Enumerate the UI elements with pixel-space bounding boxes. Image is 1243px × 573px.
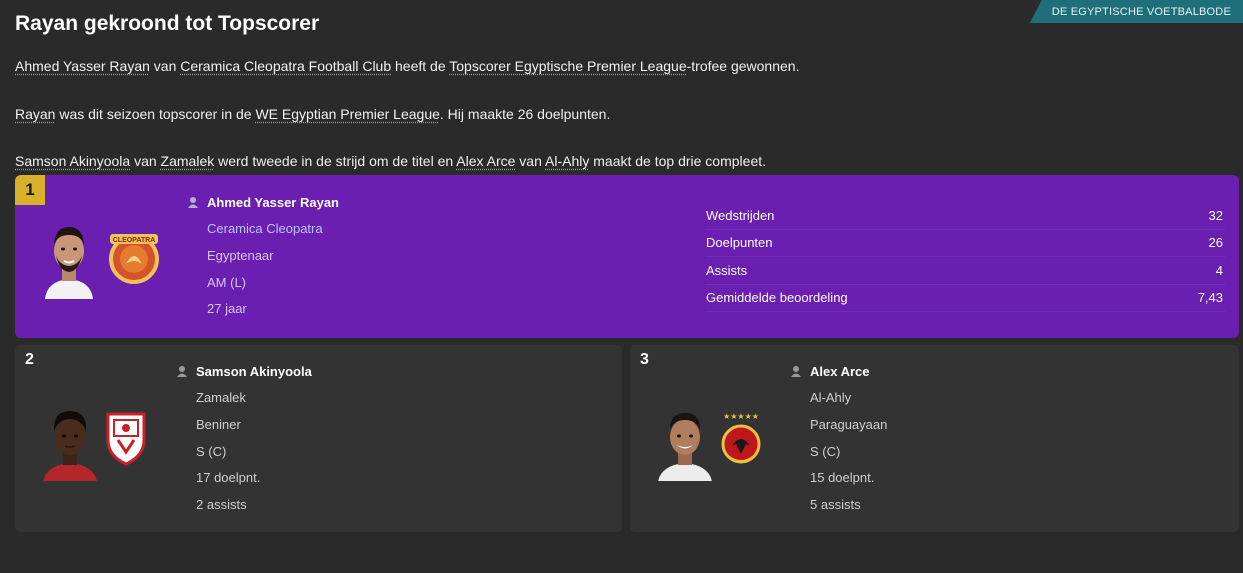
stat-row-goals: Doelpunten 26 — [705, 230, 1225, 257]
season-paragraph: Rayan was dit seizoen topscorer in de WE… — [15, 106, 611, 122]
stat-value: 26 — [1208, 235, 1223, 251]
club-link-ceramica[interactable]: Ceramica Cleopatra Football Club — [180, 58, 391, 74]
svg-text:CLEOPATRA: CLEOPATRA — [113, 237, 156, 244]
rank-number: 2 — [25, 351, 34, 368]
player-nationality: Egyptenaar — [207, 247, 274, 263]
al-ahly-crest-icon[interactable]: ★★★★★ — [720, 410, 762, 473]
person-icon — [188, 197, 198, 209]
player-position: S (C) — [196, 443, 227, 459]
player-portrait-arce[interactable] — [656, 405, 714, 481]
player-assists: 2 assists — [196, 496, 247, 512]
stat-row-rating: Gemiddelde beoordeling 7,43 — [705, 285, 1225, 312]
player-name[interactable]: Alex Arce — [810, 364, 870, 379]
stat-value: 32 — [1208, 207, 1223, 223]
person-icon — [791, 366, 801, 378]
svg-text:★★★★★: ★★★★★ — [723, 412, 759, 421]
player-club[interactable]: Zamalek — [196, 390, 246, 405]
stat-value: 4 — [1215, 262, 1223, 278]
player-name[interactable]: Ahmed Yasser Rayan — [207, 195, 339, 210]
player-nationality: Paraguayaan — [810, 416, 888, 432]
rank-number: 3 — [640, 351, 649, 368]
player-position: AM (L) — [207, 274, 246, 290]
player-goals: 17 doelpnt. — [196, 470, 261, 486]
stat-label: Doelpunten — [706, 235, 773, 251]
player-link-arce[interactable]: Alex Arce — [456, 153, 515, 169]
stat-row-assists: Assists 4 — [705, 257, 1225, 285]
zamalek-crest-icon[interactable] — [104, 410, 148, 471]
player-goals: 15 doelpnt. — [810, 470, 875, 486]
player-nationality: Beniner — [196, 416, 241, 432]
newspaper-source-tab[interactable]: DE EGYPTISCHE VOETBALBODE — [1029, 0, 1243, 23]
player-portrait-akinyoola[interactable] — [41, 405, 99, 481]
rank-badge: 1 — [15, 175, 45, 205]
player-portrait-rayan[interactable] — [41, 215, 97, 299]
person-icon — [177, 366, 187, 378]
stat-label: Gemiddelde beoordeling — [706, 290, 848, 306]
player-link-rayan[interactable]: Ahmed Yasser Rayan — [15, 58, 150, 74]
first-player-stats: Wedstrijden 32 Doelpunten 26 Assists 4 G… — [705, 202, 1225, 312]
stat-row-matches: Wedstrijden 32 — [705, 202, 1225, 230]
top-three-paragraph: Samson Akinyoola van Zamalek werd tweede… — [15, 153, 767, 169]
third-place-card[interactable]: 3 ★★★★★ Alex Arce Al-Ahly Paraguayaan S … — [630, 345, 1239, 532]
league-link[interactable]: WE Egyptian Premier League — [255, 106, 439, 122]
player-position: S (C) — [810, 443, 841, 459]
trophy-link[interactable]: Topscorer Egyptische Premier League — [449, 58, 686, 74]
stat-label: Assists — [706, 262, 748, 278]
intro-paragraph: Ahmed Yasser Rayan van Ceramica Cleopatr… — [15, 58, 800, 74]
first-player-info: Ahmed Yasser Rayan Ceramica Cleopatra Eg… — [188, 189, 339, 322]
player-name[interactable]: Samson Akinyoola — [196, 364, 312, 379]
club-link-zamalek[interactable]: Zamalek — [161, 153, 215, 169]
player-link-akinyoola[interactable]: Samson Akinyoola — [15, 153, 130, 169]
ceramica-cleopatra-crest-icon[interactable]: CLEOPATRA — [104, 230, 164, 289]
second-player-info: Samson Akinyoola Zamalek Beniner S (C) 1… — [177, 358, 312, 518]
second-place-card[interactable]: 2 Samson Akinyoola Zamalek Beniner S (C)… — [15, 345, 622, 532]
stat-value: 7,43 — [1197, 290, 1223, 306]
player-link-rayan-short[interactable]: Rayan — [15, 106, 55, 122]
club-link-alahly[interactable]: Al-Ahly — [545, 153, 589, 169]
player-age: 27 jaar — [207, 301, 247, 317]
source-label: DE EGYPTISCHE VOETBALBODE — [1051, 5, 1231, 18]
player-club[interactable]: Ceramica Cleopatra — [207, 221, 323, 236]
page-title: Rayan gekroond tot Topscorer — [15, 12, 320, 35]
player-club[interactable]: Al-Ahly — [810, 390, 851, 405]
third-player-info: Alex Arce Al-Ahly Paraguayaan S (C) 15 d… — [791, 358, 888, 518]
first-place-card[interactable]: 1 CLEOPATRA Ahmed Yasser Rayan Ceramica — [15, 175, 1239, 338]
player-assists: 5 assists — [810, 496, 861, 512]
stat-label: Wedstrijden — [706, 207, 775, 223]
